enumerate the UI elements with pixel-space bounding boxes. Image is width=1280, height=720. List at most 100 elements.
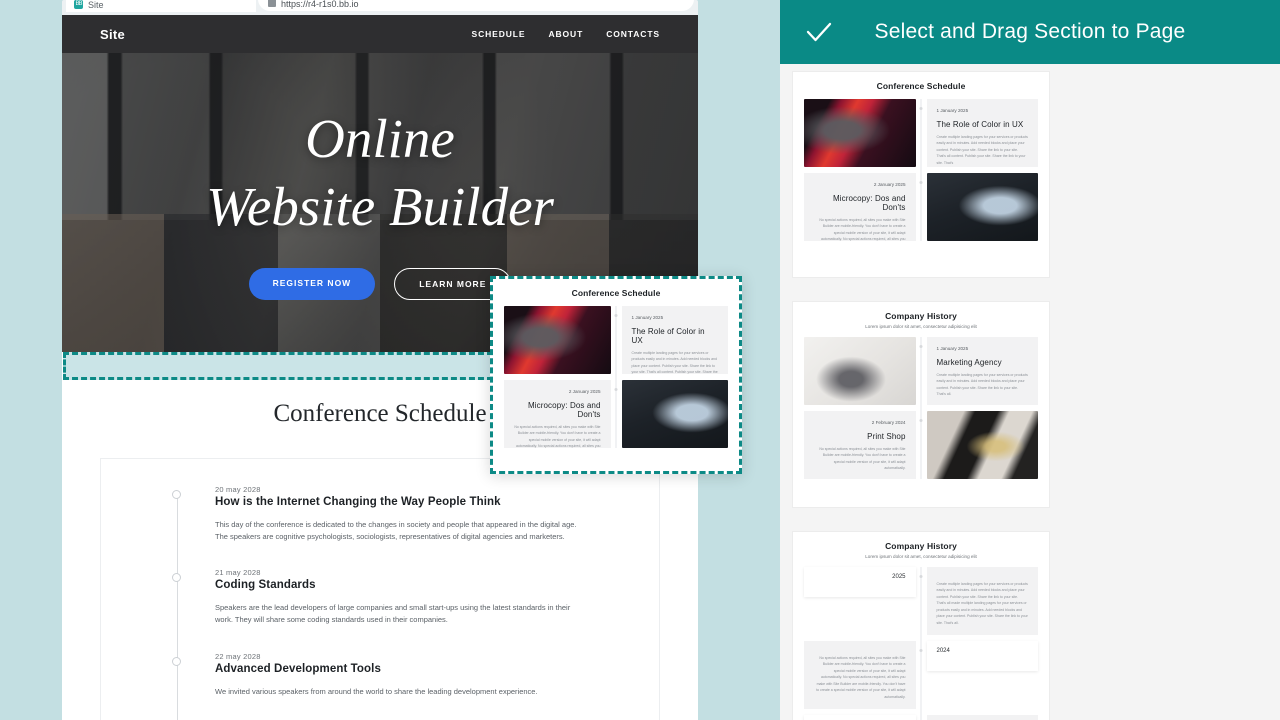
- site-nav-link[interactable]: ABOUT: [548, 29, 583, 39]
- section-cell: [926, 173, 1038, 241]
- timeline-item[interactable]: 20 may 2028 How is the Internet Changing …: [172, 485, 641, 568]
- site-nav-link[interactable]: CONTACTS: [606, 29, 660, 39]
- speaker-on-stage-image: [804, 99, 916, 167]
- timeline-dot-icon: [172, 490, 181, 499]
- section-thumbnail-grid: 2025 Create multiple landing pages for yo…: [804, 567, 1038, 720]
- dragged-section-ghost[interactable]: Conference Schedule 1 January 2025 The Ro…: [490, 276, 742, 474]
- fashion-still-life-image: [926, 411, 1038, 479]
- dragged-section-preview: Conference Schedule 1 January 2025 The Ro…: [493, 279, 739, 471]
- section-thumbnail-list[interactable]: Conference Schedule 1 January 2025 The Rol…: [780, 64, 1062, 720]
- section-thumbnail-grid: 1 January 2025 The Role of Color in UX Cre…: [804, 99, 1038, 241]
- timeline-item[interactable]: 22 may 2028 Advanced Development Tools We …: [172, 651, 641, 720]
- section-cell-body: Create multiple landing pages for your s…: [936, 582, 1028, 625]
- speaker-on-stage-image: [504, 306, 611, 374]
- section-cell: No special actions required, all sites y…: [804, 641, 916, 709]
- company-history-thumb[interactable]: Company History Lorem ipsum dolor sit ame…: [793, 302, 1049, 507]
- timeline-axis: [920, 99, 922, 241]
- section-cell-date: 2 January 2025: [873, 182, 906, 187]
- section-cell-heading: Microcopy: Dos and Don'ts: [528, 401, 601, 419]
- section-year: 2024: [936, 648, 950, 654]
- timeline-item-heading: Advanced Development Tools: [215, 662, 381, 675]
- timeline-item-heading: Coding Standards: [215, 579, 316, 592]
- timeline-item-date: 22 may 2028: [215, 651, 261, 661]
- section-thumbnail-subtitle: Lorem ipsum dolor sit amet, consectetur …: [865, 554, 977, 559]
- section-cell-body: No special actions required, all sites y…: [816, 656, 906, 699]
- section-cell: 2025: [804, 567, 916, 635]
- section-cell-date: 1 January 2025: [631, 315, 664, 320]
- register-now-button[interactable]: REGISTER NOW: [248, 268, 376, 301]
- section-library-panel: Select and Drag Section to Page Conferen…: [780, 0, 1280, 720]
- company-history-years-thumb[interactable]: Company History Lorem ipsum dolor sit ame…: [793, 532, 1049, 720]
- timeline-item-date: 20 may 2028: [215, 485, 261, 494]
- timeline-axis: [920, 567, 922, 720]
- timeline-dot-icon: [614, 314, 618, 317]
- section-cell-date: 1 January 2025: [936, 108, 969, 113]
- site-favicon-icon: BB: [74, 0, 83, 9]
- timeline-dot-icon: [919, 107, 923, 110]
- section-thumbnail-preview: Company History Lorem ipsum dolor sit ame…: [793, 302, 1049, 507]
- whiteboard-planning-image: [804, 337, 916, 405]
- timeline-item-text: We invited various speakers from around …: [215, 686, 538, 696]
- section-cell-heading: Microcopy: Dos and Don'ts: [833, 194, 906, 212]
- section-thumbnail-title: Company History: [885, 311, 957, 321]
- section-cell-date: 1 January 2025: [936, 346, 969, 351]
- section-cell: Create multiple landing pages for your s…: [926, 567, 1038, 635]
- section-cell-body: Create multiple landing pages for your s…: [936, 373, 1028, 397]
- section-thumbnail-grid: 1 January 2025 Marketing Agency Create mul…: [804, 337, 1038, 479]
- section-cell: 2023: [804, 715, 916, 720]
- address-bar[interactable]: https://r4-r1s0.bb.io: [258, 0, 694, 11]
- section-cell: [804, 99, 916, 167]
- website-builder-app: BB Site https://r4-r1s0.bb.io Site SCHED…: [0, 0, 1280, 720]
- section-cell: [804, 337, 916, 405]
- timeline-item-text: Speakers are the lead developers of larg…: [215, 603, 571, 625]
- timeline-item-text: This day of the conference is dedicated …: [215, 520, 577, 542]
- section-cell: 2 January 2025 Microcopy: Dos and Don'ts N…: [804, 173, 916, 241]
- hero-buttons: REGISTER NOW LEARN MORE: [248, 268, 512, 301]
- timeline-dot-icon: [919, 345, 923, 348]
- section-thumbnail-subtitle: Lorem ipsum dolor sit amet, consectetur …: [865, 324, 977, 329]
- dragged-section-title: Conference Schedule: [571, 288, 661, 298]
- timeline-axis: [177, 493, 178, 720]
- section-drop-zone-indicator[interactable]: [63, 352, 493, 380]
- timeline-item-heading: How is the Internet Changing the Way Peo…: [215, 496, 501, 508]
- section-cell: 2024: [926, 641, 1038, 709]
- browser-tab[interactable]: BB Site: [66, 0, 256, 12]
- conference-schedule-thumb[interactable]: Conference Schedule 1 January 2025 The Rol…: [793, 72, 1049, 277]
- projector-screen-image: [621, 380, 728, 448]
- section-cell: [926, 411, 1038, 479]
- panel-header-title: Select and Drag Section to Page: [874, 20, 1186, 43]
- editor-canvas: BB Site https://r4-r1s0.bb.io Site SCHED…: [0, 0, 780, 720]
- timeline-list: 20 may 2028 How is the Internet Changing …: [101, 485, 659, 720]
- section-cell-body: No special actions required, all sites y…: [514, 425, 601, 448]
- site-nav-menu: SCHEDULE ABOUT CONTACTS: [472, 29, 661, 39]
- hero-title-line1: Online: [305, 107, 455, 169]
- check-icon[interactable]: [802, 15, 836, 49]
- section-thumbnail-preview: Company History Lorem ipsum dolor sit ame…: [793, 532, 1049, 720]
- dragged-section-grid: 1 January 2025 The Role of Color in UX Cre…: [504, 306, 728, 448]
- section-year: 2025: [892, 574, 906, 580]
- timeline-item[interactable]: 21 may 2028 Coding Standards Speakers are …: [172, 568, 641, 651]
- browser-chrome: BB Site https://r4-r1s0.bb.io: [62, 0, 698, 15]
- section-cell: 2 January 2025 Microcopy: Dos and Don'ts N…: [504, 380, 611, 448]
- section-cell: 1 January 2025 The Role of Color in UX Cre…: [926, 99, 1038, 167]
- hero-title-line2: Website Builder: [206, 176, 554, 237]
- site-nav-link[interactable]: SCHEDULE: [472, 29, 526, 39]
- section-cell: 2 February 2024 Print Shop No special acti…: [804, 411, 916, 479]
- timeline-dot-icon: [919, 575, 923, 578]
- section-thumbnail-title: Company History: [885, 541, 957, 551]
- timeline-dot-icon: [919, 181, 923, 184]
- lock-icon: [268, 0, 276, 7]
- site-logo[interactable]: Site: [100, 27, 125, 42]
- section-cell-heading: The Role of Color in UX: [936, 120, 1024, 129]
- timeline-section[interactable]: 20 may 2028 How is the Internet Changing …: [100, 458, 660, 720]
- timeline-axis: [615, 306, 617, 448]
- timeline-dot-icon: [172, 573, 181, 583]
- section-cell-date: 2 January 2025: [568, 389, 601, 394]
- section-cell-body: No special actions required, all sites y…: [819, 447, 906, 471]
- section-cell: 1 January 2025 Marketing Agency Create mul…: [926, 337, 1038, 405]
- panel-header: Select and Drag Section to Page: [780, 0, 1280, 64]
- section-cell: [504, 306, 611, 374]
- address-bar-value: https://r4-r1s0.bb.io: [281, 0, 359, 9]
- section-cell-body: Create multiple landing pages for your s…: [631, 351, 718, 374]
- timeline-item-date: 21 may 2028: [215, 568, 261, 578]
